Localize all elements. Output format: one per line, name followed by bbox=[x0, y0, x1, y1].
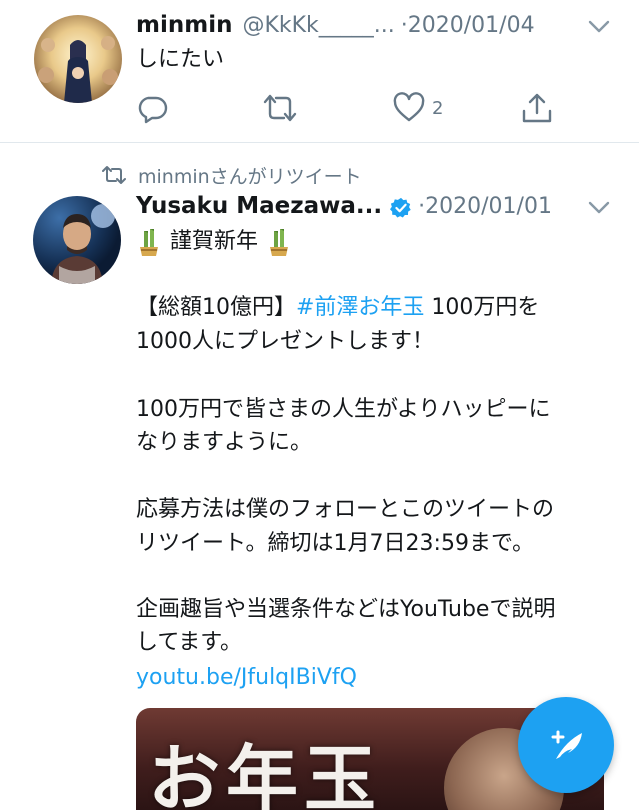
man-portrait-avatar bbox=[33, 196, 121, 284]
tweet-text: しにたい bbox=[136, 47, 225, 72]
share-icon bbox=[522, 93, 552, 123]
hashtag-link[interactable]: #前澤お年玉 bbox=[296, 295, 424, 320]
tweet-text-line: 企画趣旨や当選条件などはYouTubeで説明 bbox=[136, 597, 556, 622]
timestamp[interactable]: ·2020/01/01 bbox=[418, 194, 552, 219]
retweet-context[interactable]: minminさんがリツイート bbox=[102, 162, 362, 188]
display-name[interactable]: Yusaku Maezawa... bbox=[136, 193, 382, 219]
retweet-icon bbox=[102, 166, 126, 184]
tweet-text-line: 【総額10億円】#前澤お年玉 100万円を bbox=[136, 292, 539, 324]
youtube-link[interactable]: youtu.be/JfulqIBiVfQ bbox=[136, 662, 357, 694]
tweet-text-line: 100万円で皆さまの人生がよりハッピーに bbox=[136, 397, 551, 422]
tweet-header: Yusaku Maezawa... ·2020/01/01 bbox=[136, 193, 552, 223]
tweet-text-line: なりますように。 bbox=[136, 430, 313, 455]
tweet-minmin[interactable]: minmin @KkKk_____... ·2020/01/04 しにたい 2 bbox=[0, 0, 639, 143]
like-count: 2 bbox=[432, 97, 444, 119]
media-title: お年玉 bbox=[148, 736, 383, 810]
tweet-header: minmin @KkKk_____... ·2020/01/04 bbox=[136, 12, 535, 42]
avatar[interactable] bbox=[33, 196, 121, 284]
display-name[interactable]: minmin bbox=[136, 12, 232, 38]
chevron-down-icon[interactable] bbox=[588, 201, 610, 215]
chevron-down-icon[interactable] bbox=[588, 20, 610, 34]
kadomatsu-icon bbox=[140, 229, 158, 256]
handle[interactable]: @KkKk_____... bbox=[242, 13, 394, 38]
virgin-mary-painting-avatar bbox=[34, 15, 122, 103]
retweet-context-label: minminさんがリツイート bbox=[138, 165, 362, 188]
verified-badge-icon bbox=[390, 197, 411, 218]
tweet-text-line: 応募方法は僕のフォローとこのツイートの bbox=[136, 497, 555, 522]
compose-tweet-button[interactable] bbox=[518, 697, 614, 793]
tweet-text-segment: 100万円を bbox=[424, 295, 540, 320]
timestamp[interactable]: ·2020/01/04 bbox=[401, 13, 535, 38]
tweet-text-line: 1000人にプレゼントします！ bbox=[136, 329, 434, 354]
share-button[interactable] bbox=[520, 90, 554, 126]
reply-button[interactable] bbox=[136, 90, 168, 126]
heart-icon bbox=[393, 92, 425, 122]
tweet-text-line: してます。 bbox=[136, 630, 243, 655]
retweet-icon bbox=[263, 94, 297, 122]
compose-tweet-icon bbox=[551, 730, 582, 759]
tweet-actions: 2 bbox=[136, 90, 566, 126]
retweet-button[interactable] bbox=[262, 90, 298, 126]
tweet-text-line-1: 謹賀新年 bbox=[170, 229, 259, 254]
like-button[interactable]: 2 bbox=[392, 90, 443, 126]
kadomatsu-icon bbox=[270, 229, 289, 256]
tweet-text-line: 謹賀新年 bbox=[136, 226, 292, 258]
tweet-text-line: リツイート。締切は1月7日23:59まで。 bbox=[136, 531, 535, 556]
tweet-text-segment: 【総額10億円】 bbox=[136, 295, 296, 320]
avatar[interactable] bbox=[34, 15, 122, 103]
reply-icon bbox=[138, 96, 168, 124]
